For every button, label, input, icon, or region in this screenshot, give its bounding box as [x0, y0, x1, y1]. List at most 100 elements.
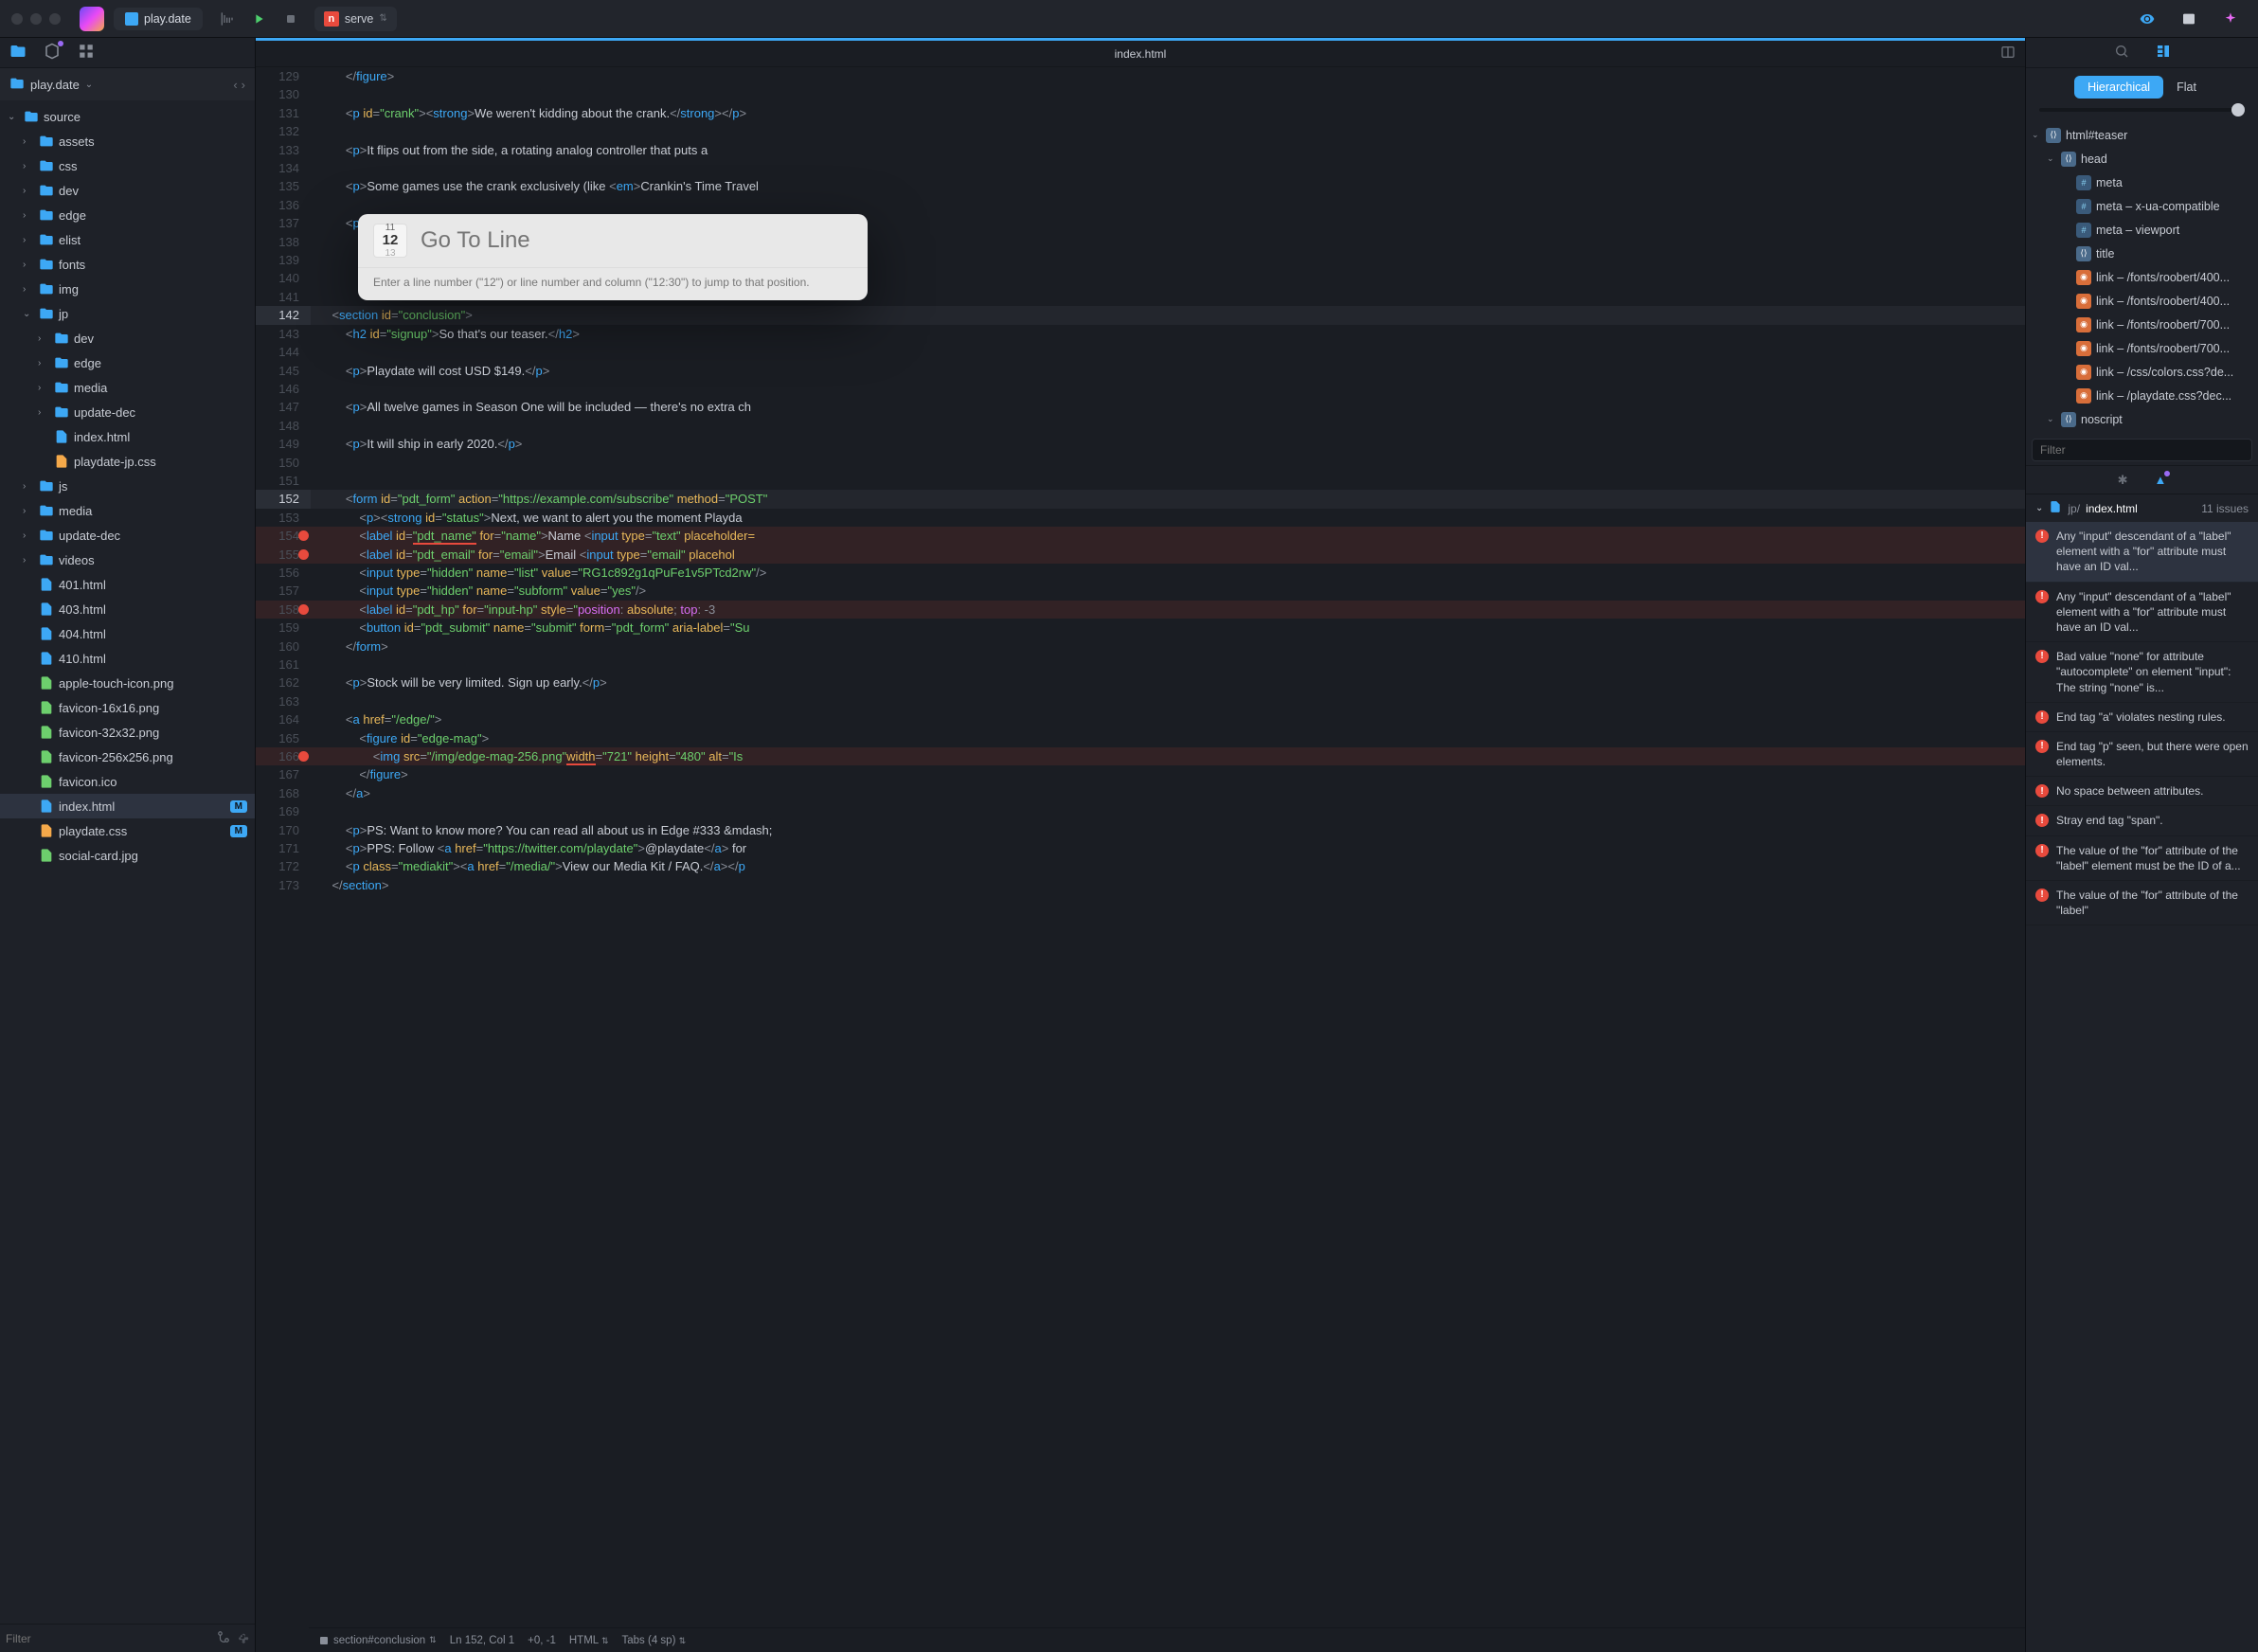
dom-item[interactable]: ◉link – /fonts/roobert/700... [2026, 313, 2258, 336]
npm-icon: n [324, 11, 339, 27]
warnings-icon[interactable]: ▲ [2155, 473, 2167, 487]
project-tab[interactable]: play.date [114, 8, 203, 30]
goto-line-input[interactable] [421, 227, 852, 254]
nav-forward-icon[interactable]: › [242, 78, 245, 92]
split-editor-icon[interactable] [2000, 45, 2016, 63]
issue-item[interactable]: !The value of the "for" attribute of the… [2026, 836, 2258, 881]
tree-item[interactable]: ›dev [0, 326, 255, 350]
folder-icon [9, 76, 25, 94]
cursor-position[interactable]: Ln 152, Col 1 [450, 1635, 514, 1646]
tree-item[interactable]: ›img [0, 277, 255, 301]
project-name: play.date [30, 78, 80, 92]
tree-item[interactable]: ›fonts [0, 252, 255, 277]
tree-item[interactable]: ›media [0, 375, 255, 400]
run-button[interactable] [245, 6, 272, 32]
issue-item[interactable]: !Bad value "none" for attribute "autocom… [2026, 642, 2258, 703]
inspector-toolbar [2026, 38, 2258, 68]
issues-header[interactable]: ⌄ jp/index.html 11 issues [2026, 494, 2258, 522]
tree-item[interactable]: ›videos [0, 548, 255, 572]
panels-button[interactable] [2176, 6, 2202, 32]
project-header[interactable]: play.date ⌄ ‹ › [0, 68, 255, 100]
tree-item[interactable]: ›js [0, 474, 255, 498]
tree-item[interactable]: 410.html [0, 646, 255, 671]
issue-item[interactable]: !End tag "p" seen, but there were open e… [2026, 732, 2258, 777]
all-issues-icon[interactable]: ✱ [2118, 473, 2128, 488]
hierarchy-icon[interactable] [2156, 44, 2171, 62]
nav-back-icon[interactable]: ‹ [233, 78, 237, 92]
files-tab-icon[interactable] [9, 43, 27, 63]
tree-item[interactable]: ›css [0, 153, 255, 178]
dom-item[interactable]: ⌄⟨⟩head [2026, 147, 2258, 171]
tree-item[interactable]: favicon-32x32.png [0, 720, 255, 745]
tree-item[interactable]: index.html [0, 424, 255, 449]
tree-item[interactable]: ›dev [0, 178, 255, 203]
tree-item[interactable]: ›edge [0, 350, 255, 375]
tree-item[interactable]: index.htmlM [0, 794, 255, 818]
tree-item[interactable]: favicon.ico [0, 769, 255, 794]
filter-scm-icon[interactable] [217, 1630, 230, 1646]
chevron-down-icon: ⌄ [85, 80, 93, 90]
dom-item[interactable]: #meta – viewport [2026, 218, 2258, 242]
indent-mode[interactable]: Tabs (4 sp) ⇅ [622, 1635, 687, 1646]
tree-item[interactable]: ›update-dec [0, 523, 255, 548]
tree-item[interactable]: ›media [0, 498, 255, 523]
symbols-tab-icon[interactable] [44, 43, 61, 63]
zoom-window[interactable] [49, 13, 61, 25]
tree-item[interactable]: favicon-16x16.png [0, 695, 255, 720]
issue-item[interactable]: !Any "input" descendant of a "label" ele… [2026, 583, 2258, 643]
filter-input[interactable] [6, 1632, 211, 1645]
document-icon [125, 12, 138, 26]
editor-filename: index.html [1115, 47, 1167, 61]
tree-item[interactable]: favicon-256x256.png [0, 745, 255, 769]
tree-item[interactable]: ›elist [0, 227, 255, 252]
hierarchical-button[interactable]: Hierarchical [2074, 76, 2163, 99]
sparkle-button[interactable] [2217, 6, 2244, 32]
dom-item[interactable]: ◉link – /fonts/roobert/400... [2026, 265, 2258, 289]
dom-item[interactable]: ◉link – /css/colors.css?de... [2026, 360, 2258, 384]
dom-item[interactable]: ◉link – /fonts/roobert/400... [2026, 289, 2258, 313]
tree-item[interactable]: 401.html [0, 572, 255, 597]
dom-item[interactable]: ⌄⟨⟩noscript [2026, 407, 2258, 431]
issue-item[interactable]: !Any "input" descendant of a "label" ele… [2026, 522, 2258, 583]
stop-button[interactable] [278, 6, 304, 32]
issue-item[interactable]: !The value of the "for" attribute of the… [2026, 881, 2258, 925]
tree-item[interactable]: playdate.cssM [0, 818, 255, 843]
search-icon[interactable] [2114, 44, 2129, 62]
run-config-select[interactable]: n serve ⇅ [314, 7, 397, 31]
issue-item[interactable]: !End tag "a" violates nesting rules. [2026, 703, 2258, 732]
close-window[interactable] [11, 13, 23, 25]
minimize-window[interactable] [30, 13, 42, 25]
tree-item[interactable]: playdate-jp.css [0, 449, 255, 474]
dom-item[interactable]: #meta – x-ua-compatible [2026, 194, 2258, 218]
preview-button[interactable] [2134, 6, 2160, 32]
filter-gear-icon[interactable] [236, 1630, 249, 1646]
dom-item[interactable]: ◉link – /playdate.css?dec... [2026, 384, 2258, 407]
code-editor[interactable]: 129 </figure>130131 <p id="crank"><stron… [256, 67, 2025, 1627]
calendar-icon: 11 12 13 [373, 224, 407, 258]
breadcrumb[interactable]: section#conclusion ⇅ [318, 1635, 437, 1646]
tree-item[interactable]: ⌄source [0, 104, 255, 129]
tree-item[interactable]: ⌄jp [0, 301, 255, 326]
dom-item[interactable]: ◉link – /fonts/roobert/700... [2026, 336, 2258, 360]
tree-item[interactable]: 404.html [0, 621, 255, 646]
tree-item[interactable]: social-card.jpg [0, 843, 255, 868]
tree-item[interactable]: 403.html [0, 597, 255, 621]
tree-item[interactable]: apple-touch-icon.png [0, 671, 255, 695]
tree-item[interactable]: ›update-dec [0, 400, 255, 424]
grid-tab-icon[interactable] [78, 43, 95, 63]
dom-item[interactable]: ⟨⟩title [2026, 242, 2258, 265]
dom-item[interactable]: ⌄⟨⟩html#teaser [2026, 123, 2258, 147]
tree-item[interactable]: ›edge [0, 203, 255, 227]
file-tree: ⌄source›assets›css›dev›edge›elist›fonts›… [0, 100, 255, 1624]
dom-filter-input[interactable] [2032, 439, 2252, 461]
diff-stats[interactable]: +0, -1 [528, 1635, 556, 1646]
issue-item[interactable]: !No space between attributes. [2026, 777, 2258, 806]
depth-slider[interactable] [2026, 106, 2258, 119]
sidebar-toolbar [0, 38, 255, 68]
flat-button[interactable]: Flat [2163, 76, 2210, 99]
issue-item[interactable]: !Stray end tag "span". [2026, 806, 2258, 835]
tree-item[interactable]: ›assets [0, 129, 255, 153]
dom-item[interactable]: #meta [2026, 171, 2258, 194]
language-mode[interactable]: HTML ⇅ [569, 1635, 609, 1646]
build-button[interactable] [213, 6, 240, 32]
